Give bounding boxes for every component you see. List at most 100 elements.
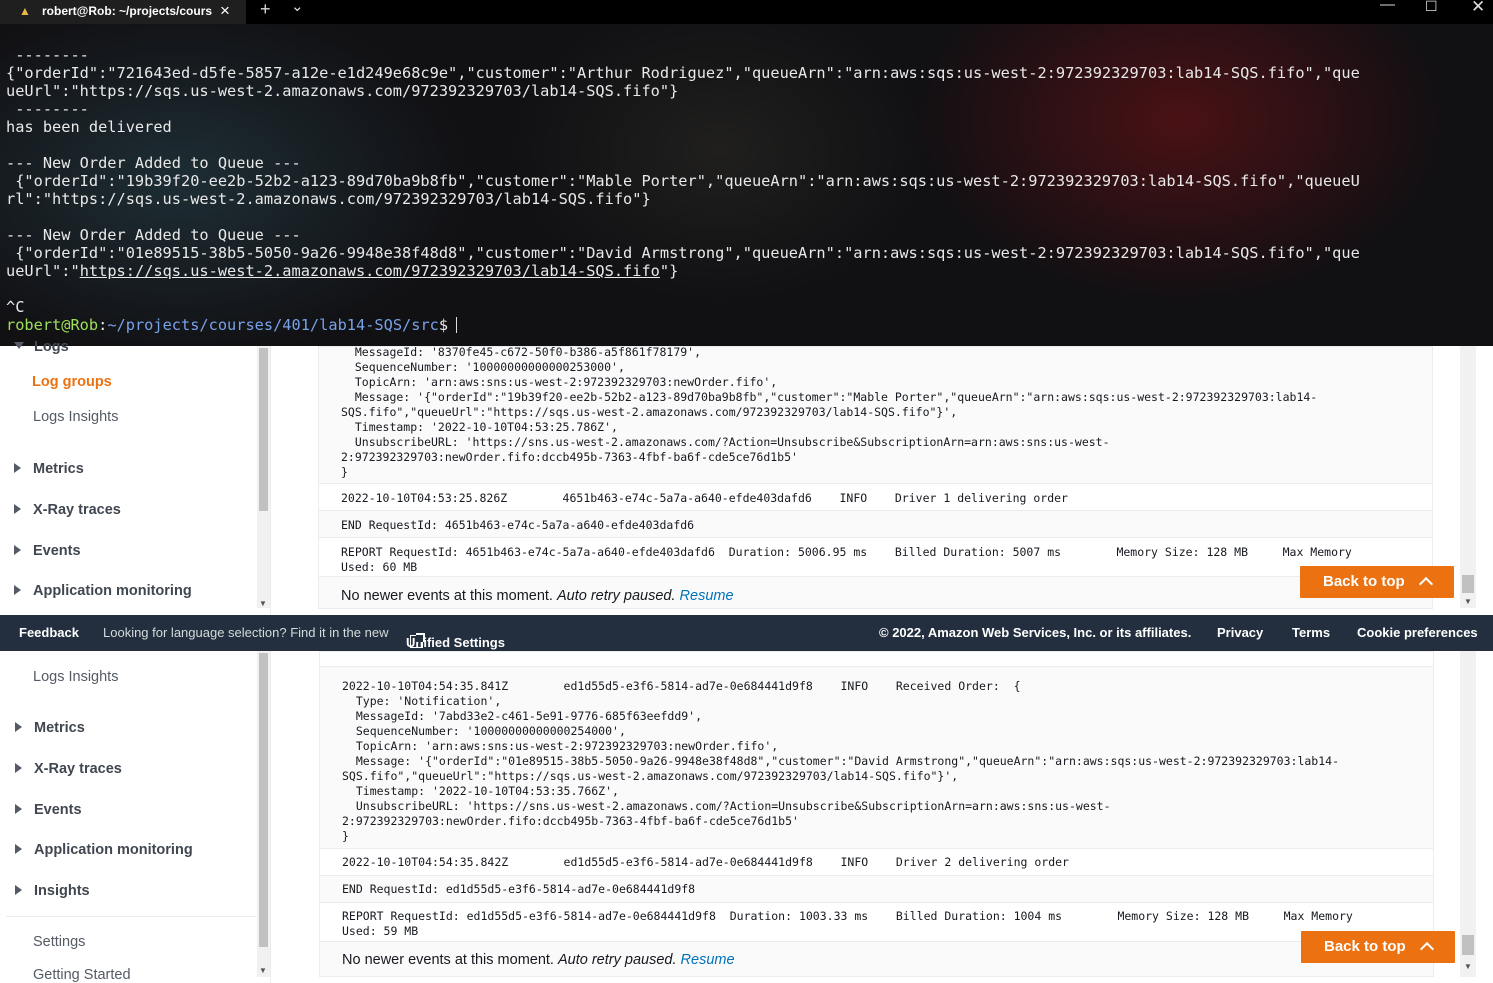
terminal-window[interactable]: ▲ robert@Rob: ~/projects/cours × + ⌄ — ☐… [0,0,1493,346]
sidebar-label: Events [33,543,81,559]
sidebar-item-logs-insights[interactable]: Logs Insights [33,669,118,685]
tab-dropdown-icon[interactable]: ⌄ [291,0,304,15]
sidebar-item-application-monitoring[interactable]: Application monitoring [15,842,193,858]
log-line: Type: 'Notification', [342,694,502,708]
log-line: 2022-10-10T04:54:35.841Z ed1d55d5-e3f6-5… [342,679,1021,693]
sidebar-label: Metrics [33,461,84,477]
back-to-top-label: Back to top [1323,573,1405,590]
log-row-report[interactable]: REPORT RequestId: 4651b463-e74c-5a7a-a64… [341,545,1352,575]
log-row-driver[interactable]: 2022-10-10T04:53:25.826Z 4651b463-e74c-5… [341,491,1068,506]
log-line: MessageId: '7abd33e2-c461-5e91-9776-685f… [342,709,703,723]
row-divider [320,941,1433,942]
caret-right-icon [14,463,21,473]
row-divider [319,576,1432,577]
queue-url-link[interactable]: https://sqs.us-west-2.amazonaws.com/9723… [80,262,660,280]
sidebar-item-logs-insights[interactable]: Logs Insights [33,409,118,425]
sidebar-scrollbar-thumb[interactable] [259,653,268,947]
row-divider [319,510,1432,511]
log-row-report[interactable]: REPORT RequestId: ed1d55d5-e3f6-5814-ad7… [342,909,1353,939]
new-tab-button[interactable]: + [260,0,271,20]
cookie-preferences-link[interactable]: Cookie preferences [1357,625,1478,640]
sidebar-item-insights[interactable]: Insights [15,883,90,899]
sidebar-item-xray[interactable]: X-Ray traces [14,502,121,518]
caret-right-icon [15,844,22,854]
sidebar-item-xray[interactable]: X-Ray traces [15,761,122,777]
top-log-events-card: MessageId: '8370fe45-c672-50f0-b386-a5f8… [318,345,1433,609]
scroll-down-arrow-icon[interactable]: ▼ [1464,962,1472,971]
main-scrollbar[interactable] [1460,651,1476,977]
sidebar-item-metrics[interactable]: Metrics [14,461,84,477]
terminal-line: has been delivered [6,118,172,136]
log-row-end[interactable]: END RequestId: 4651b463-e74c-5a7a-a640-e… [341,518,694,533]
caret-right-icon [14,545,21,555]
sidebar-item-getting-started[interactable]: Getting Started [33,967,131,983]
caret-right-icon [15,763,22,773]
auto-retry-text: Auto retry paused. [558,952,677,968]
log-line: Timestamp: '2022-10-10T04:53:25.786Z', [341,420,618,434]
log-line: SQS.fifo","queueUrl":"https://sqs.us-wes… [342,769,959,783]
terminal-titlebar: ▲ robert@Rob: ~/projects/cours × + ⌄ — ☐… [0,0,1493,24]
terms-link[interactable]: Terms [1292,625,1330,640]
log-row-end[interactable]: END RequestId: ed1d55d5-e3f6-5814-ad7e-0… [342,882,695,897]
sidebar-item-application-monitoring[interactable]: Application monitoring [14,583,192,599]
terminal-line: {"orderId":"721643ed-d5fe-5857-a12e-e1d2… [6,64,1360,82]
terminal-line: -------- [6,46,89,64]
prompt-path: ~/projects/courses/401/lab14-SQS/src [107,316,439,334]
chevron-up-icon [1418,576,1433,592]
maximize-icon[interactable]: ☐ [1425,0,1438,15]
log-line: } [341,465,348,479]
log-message-block[interactable]: 2022-10-10T04:54:35.841Z ed1d55d5-e3f6-5… [342,679,1339,844]
language-prompt-text: Looking for language selection? Find it … [103,625,389,640]
caret-right-icon [14,504,21,514]
bottom-sidebar: Logs Insights Metrics X-Ray traces Event… [0,651,271,983]
sidebar-label: Application monitoring [33,583,192,599]
log-line: Timestamp: '2022-10-10T04:53:35.766Z', [342,784,619,798]
sidebar-scrollbar-thumb[interactable] [259,348,268,511]
close-tab-icon[interactable]: × [220,1,230,21]
privacy-link[interactable]: Privacy [1217,625,1263,640]
scroll-down-arrow-icon[interactable]: ▼ [259,966,267,975]
back-to-top-button[interactable]: Back to top [1300,566,1454,598]
feedback-link[interactable]: Feedback [19,625,79,640]
back-to-top-label: Back to top [1324,938,1406,955]
sidebar-section-logs[interactable]: Logs [14,339,69,355]
sidebar-label: Insights [34,883,90,899]
sidebar-item-metrics[interactable]: Metrics [15,720,85,736]
log-line: REPORT RequestId: 4651b463-e74c-5a7a-a64… [341,545,1352,559]
minimize-icon[interactable]: — [1380,0,1395,13]
main-scrollbar-thumb[interactable] [1462,935,1474,955]
main-scrollbar[interactable] [1460,346,1476,608]
linux-penguin-icon: ▲ [19,4,31,18]
terminal-tab[interactable]: ▲ robert@Rob: ~/projects/cours × [0,0,246,24]
log-line: 2:972392329703:newOrder.fifo:dccb495b-73… [341,450,798,464]
terminal-line: {"orderId":"19b39f20-ee2b-52b2-a123-89d7… [6,172,1360,190]
sidebar-item-events[interactable]: Events [15,802,82,818]
sidebar-item-events[interactable]: Events [14,543,81,559]
scroll-down-arrow-icon[interactable]: ▼ [1464,597,1472,606]
log-message-block[interactable]: MessageId: '8370fe45-c672-50f0-b386-a5f8… [341,345,1317,480]
bottom-log-events-card: 2022-10-10T04:54:35.841Z ed1d55d5-e3f6-5… [319,651,1434,977]
scroll-down-arrow-icon[interactable]: ▼ [259,599,267,608]
terminal-line: rl":"https://sqs.us-west-2.amazonaws.com… [6,190,651,208]
resume-link[interactable]: Resume [681,952,735,968]
log-line: Used: 60 MB [341,560,418,574]
terminal-output[interactable]: -------- {"orderId":"721643ed-d5fe-5857-a… [6,46,1483,334]
terminal-prompt[interactable]: robert@Rob:~/projects/courses/401/lab14-… [6,316,1483,334]
sidebar-item-settings[interactable]: Settings [33,934,85,950]
resume-link[interactable]: Resume [680,588,734,604]
console-footer: Feedback Looking for language selection?… [0,615,1493,651]
terminal-line: -------- [6,100,89,118]
back-to-top-button[interactable]: Back to top [1301,931,1455,963]
main-scrollbar-thumb[interactable] [1462,575,1474,593]
external-link-icon [410,633,425,648]
sidebar-label: X-Ray traces [34,761,122,777]
log-row-driver[interactable]: 2022-10-10T04:54:35.842Z ed1d55d5-e3f6-5… [342,855,1069,870]
close-window-icon[interactable]: ✕ [1471,0,1485,17]
no-newer-events-message: No newer events at this moment. Auto ret… [341,588,734,604]
log-line: UnsubscribeURL: 'https://sns.us-west-2.a… [342,799,1111,813]
log-line: UnsubscribeURL: 'https://sns.us-west-2.a… [341,435,1110,449]
terminal-line: ueUrl":"https://sqs.us-west-2.amazonaws.… [6,82,679,100]
sidebar-item-log-groups[interactable]: Log groups [32,374,112,390]
prompt-user: robert@Rob [6,316,99,334]
